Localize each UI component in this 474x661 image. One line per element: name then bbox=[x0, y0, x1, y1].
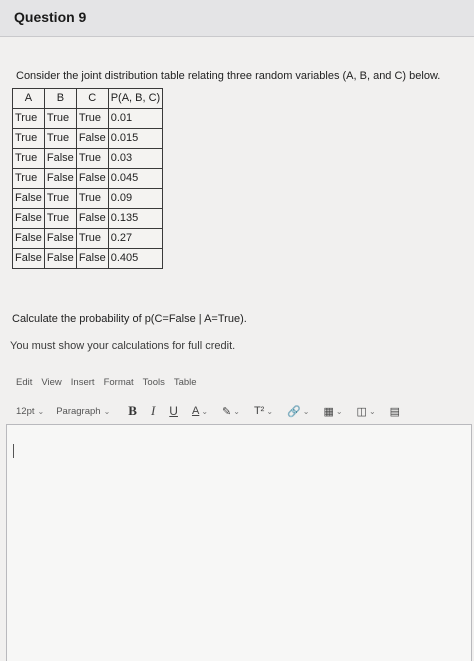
font-size-value: 12pt bbox=[16, 405, 35, 417]
highlighter-icon: ✎ bbox=[222, 405, 232, 418]
question-text: Calculate the probability of p(C=False |… bbox=[12, 313, 247, 325]
link-icon: 🔗 bbox=[287, 405, 301, 418]
cell-c: False bbox=[75, 208, 109, 229]
chevron-down-icon: ⌄ bbox=[368, 406, 376, 416]
bold-button[interactable]: B bbox=[128, 403, 137, 419]
table-row: False False False 0.405 bbox=[12, 248, 164, 269]
image-icon: ▦ bbox=[323, 405, 334, 418]
table-row: False True False 0.135 bbox=[12, 208, 164, 229]
link-button[interactable]: 🔗 ⌄ bbox=[287, 405, 309, 418]
cell-b: False bbox=[43, 228, 77, 249]
chevron-down-icon: ⌄ bbox=[233, 406, 240, 416]
cell-probability: 0.135 bbox=[107, 208, 164, 229]
chevron-down-icon: ⌄ bbox=[302, 406, 310, 416]
chevron-down-icon: ⌄ bbox=[201, 406, 209, 416]
format-buttons: B I U A ⌄ ✎ ⌄ T² ⌄ 🔗 ⌄ ▦ ⌄ ◫ ⌄ ▤ bbox=[128, 403, 400, 419]
cell-a: True bbox=[12, 148, 45, 169]
cell-b: False bbox=[43, 168, 77, 189]
editor-toolbar: 12pt ⌄ Paragraph ⌄ B I U A ⌄ ✎ ⌄ T² ⌄ 🔗 … bbox=[16, 403, 400, 419]
cell-probability: 0.27 bbox=[107, 228, 164, 249]
cell-probability: 0.03 bbox=[107, 148, 164, 169]
superscript-button[interactable]: T² ⌄ bbox=[254, 405, 273, 417]
editor-menubar: Edit View Insert Format Tools Table bbox=[16, 377, 197, 388]
table-row: True True True 0.01 bbox=[12, 108, 164, 129]
question-header: Question 9 bbox=[0, 0, 474, 37]
cell-c: True bbox=[75, 228, 109, 249]
cell-a: True bbox=[12, 168, 45, 189]
cell-b: True bbox=[43, 108, 77, 129]
cell-a: False bbox=[12, 188, 45, 209]
cell-a: False bbox=[12, 208, 45, 229]
column-header-a: A bbox=[12, 88, 45, 109]
chevron-down-icon: ⌄ bbox=[266, 406, 274, 416]
column-header-b: B bbox=[43, 88, 77, 109]
font-size-select[interactable]: 12pt ⌄ bbox=[16, 406, 44, 417]
cell-b: False bbox=[43, 248, 77, 269]
block-format-value: Paragraph bbox=[56, 405, 101, 417]
column-header-probability: P(A, B, C) bbox=[107, 88, 164, 109]
cell-a: False bbox=[12, 248, 45, 269]
media-button[interactable]: ◫ ⌄ bbox=[357, 405, 376, 418]
document-icon: ▤ bbox=[389, 405, 401, 418]
menu-insert[interactable]: Insert bbox=[71, 377, 95, 388]
superscript-icon: T² bbox=[253, 405, 265, 417]
italic-button[interactable]: I bbox=[151, 403, 155, 419]
cell-c: False bbox=[75, 128, 109, 149]
cell-probability: 0.045 bbox=[107, 168, 164, 189]
cell-b: False bbox=[43, 148, 77, 169]
highlight-button[interactable]: ✎ ⌄ bbox=[222, 405, 240, 418]
cell-c: True bbox=[75, 148, 109, 169]
column-header-c: C bbox=[75, 88, 109, 109]
document-button[interactable]: ▤ bbox=[390, 405, 400, 418]
menu-view[interactable]: View bbox=[41, 377, 61, 388]
table-row: True False False 0.045 bbox=[12, 168, 164, 189]
cell-c: False bbox=[75, 248, 109, 269]
font-color-icon: A bbox=[191, 405, 200, 417]
block-format-select[interactable]: Paragraph ⌄ bbox=[56, 406, 110, 417]
table-header-row: A B C P(A, B, C) bbox=[12, 88, 164, 109]
cell-probability: 0.09 bbox=[107, 188, 164, 209]
joint-distribution-table: A B C P(A, B, C) True True True 0.01 Tru… bbox=[12, 88, 164, 269]
cell-probability: 0.01 bbox=[107, 108, 164, 129]
table-row: False True True 0.09 bbox=[12, 188, 164, 209]
cell-b: True bbox=[43, 128, 77, 149]
chevron-down-icon: ⌄ bbox=[335, 406, 343, 416]
chevron-down-icon: ⌄ bbox=[37, 406, 45, 416]
cell-c: True bbox=[75, 108, 109, 129]
menu-edit[interactable]: Edit bbox=[16, 377, 32, 388]
cell-a: True bbox=[12, 128, 45, 149]
cell-c: False bbox=[75, 168, 109, 189]
table-row: True True False 0.015 bbox=[12, 128, 164, 149]
cell-c: True bbox=[75, 188, 109, 209]
underline-button[interactable]: U bbox=[169, 404, 178, 418]
cell-probability: 0.015 bbox=[107, 128, 164, 149]
table-row: True False True 0.03 bbox=[12, 148, 164, 169]
image-button[interactable]: ▦ ⌄ bbox=[323, 405, 342, 418]
font-color-button[interactable]: A ⌄ bbox=[192, 405, 208, 417]
cell-probability: 0.405 bbox=[107, 248, 164, 269]
instructions-note: You must show your calculations for full… bbox=[10, 340, 236, 352]
cell-a: True bbox=[12, 108, 45, 129]
question-title: Question 9 bbox=[14, 9, 87, 25]
menu-table[interactable]: Table bbox=[174, 377, 197, 388]
cell-b: True bbox=[43, 208, 77, 229]
table-row: False False True 0.27 bbox=[12, 228, 164, 249]
media-icon: ◫ bbox=[356, 405, 367, 418]
menu-format[interactable]: Format bbox=[104, 377, 134, 388]
question-prompt: Consider the joint distribution table re… bbox=[16, 70, 441, 82]
answer-editor[interactable] bbox=[6, 424, 472, 661]
chevron-down-icon: ⌄ bbox=[103, 406, 111, 416]
text-cursor bbox=[13, 444, 14, 458]
cell-b: True bbox=[43, 188, 77, 209]
menu-tools[interactable]: Tools bbox=[143, 377, 165, 388]
cell-a: False bbox=[12, 228, 45, 249]
